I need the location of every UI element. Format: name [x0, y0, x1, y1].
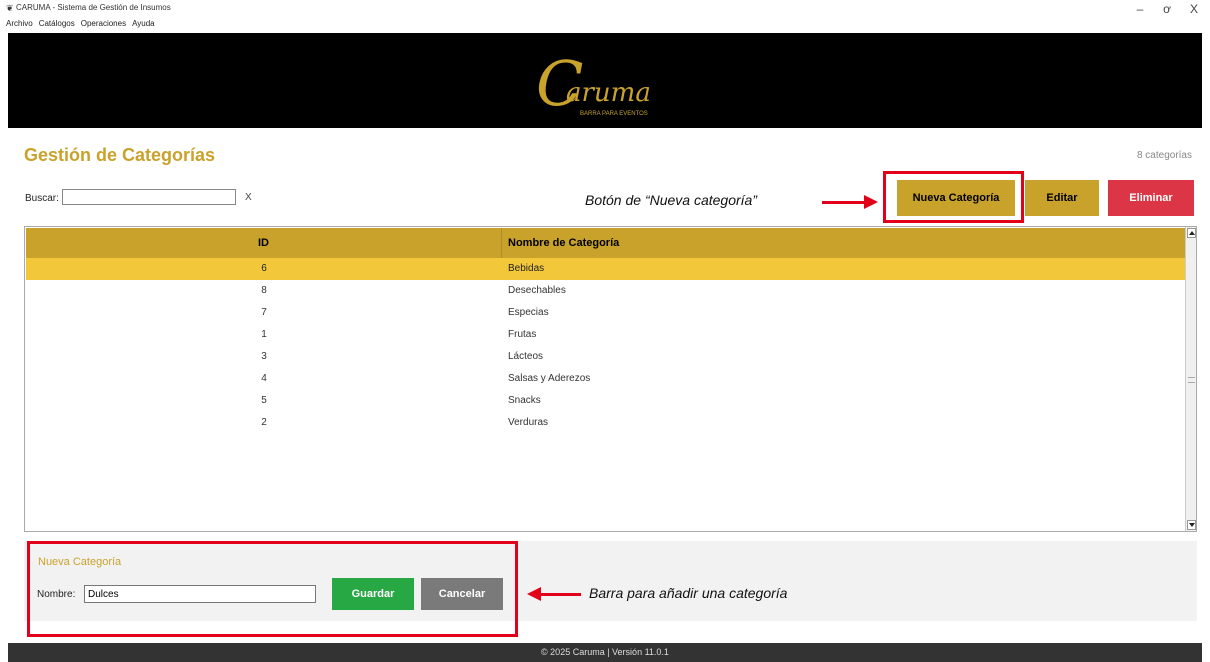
table-scrollbar[interactable]	[1185, 227, 1196, 531]
menu-archivo[interactable]: Archivo	[6, 19, 33, 33]
cell-name: Frutas	[508, 329, 537, 340]
edit-button[interactable]: Editar	[1025, 180, 1099, 216]
cell-id: 4	[261, 373, 267, 384]
table-row[interactable]: 6 Bebidas	[26, 258, 1186, 280]
app-icon: ❦	[6, 3, 14, 13]
annotation-arrow-right-head	[864, 195, 878, 209]
menu-bar: Archivo Catálogos Operaciones Ayuda	[0, 19, 155, 33]
title-bar: ❦ CARUMA - Sistema de Gestión de Insumos…	[0, 0, 1210, 20]
table-row[interactable]: 1 Frutas	[26, 324, 1186, 346]
column-header-name[interactable]: Nombre de Categoría	[502, 228, 1186, 258]
annotation-box-add-bar	[27, 541, 518, 637]
new-category-button[interactable]: Nueva Categoría	[897, 180, 1015, 216]
logo-text: aruma	[566, 78, 651, 108]
table-row[interactable]: 8 Desechables	[26, 280, 1186, 302]
minimize-button[interactable]: –	[1130, 2, 1150, 16]
cell-id: 6	[261, 263, 267, 274]
categories-table: ID Nombre de Categoría 6 Bebidas 8 Desec…	[24, 226, 1197, 532]
cell-name: Verduras	[508, 417, 549, 428]
cell-id: 1	[261, 329, 267, 340]
cell-id: 7	[261, 307, 267, 318]
search-label: Buscar:	[25, 193, 59, 204]
annotation-arrow-left	[539, 593, 581, 596]
logo-subtitle: BARRA PARA EVENTOS	[580, 111, 648, 117]
cell-id: 8	[261, 285, 267, 296]
table-row[interactable]: 3 Lácteos	[26, 346, 1186, 368]
table-row[interactable]: 2 Verduras	[26, 412, 1186, 434]
scroll-down-arrow-icon[interactable]	[1187, 520, 1196, 530]
table-row[interactable]: 5 Snacks	[26, 390, 1186, 412]
annotation-new-button: Botón de “Nueva categoría”	[585, 192, 757, 208]
close-button[interactable]: X	[1184, 2, 1204, 16]
table-header: ID Nombre de Categoría	[26, 228, 1186, 258]
column-header-id[interactable]: ID	[26, 228, 502, 258]
category-count: 8 categorías	[1136, 150, 1192, 161]
header-banner: C aruma BARRA PARA EVENTOS	[8, 33, 1202, 128]
cell-id: 5	[261, 395, 267, 406]
cell-name: Lácteos	[508, 351, 544, 362]
footer: © 2025 Caruma | Versión 11.0.1	[8, 643, 1202, 662]
menu-operaciones[interactable]: Operaciones	[81, 19, 126, 33]
table-body: 6 Bebidas 8 Desechables 7 Especias 1 Fru…	[26, 258, 1186, 434]
table-row[interactable]: 7 Especias	[26, 302, 1186, 324]
cell-name: Snacks	[508, 395, 541, 406]
cell-name: Desechables	[508, 285, 566, 296]
menu-ayuda[interactable]: Ayuda	[132, 19, 155, 33]
scroll-up-arrow-icon[interactable]	[1187, 228, 1196, 238]
cell-name: Especias	[508, 307, 549, 318]
cell-id: 2	[261, 417, 267, 428]
delete-button[interactable]: Eliminar	[1108, 180, 1194, 216]
annotation-arrow-right	[822, 201, 866, 204]
maximize-button[interactable]: ơ	[1157, 2, 1177, 16]
table-row[interactable]: 4 Salsas y Aderezos	[26, 368, 1186, 390]
window-title: CARUMA - Sistema de Gestión de Insumos	[16, 3, 171, 12]
scroll-thumb[interactable]	[1188, 377, 1195, 383]
cell-id: 3	[261, 351, 267, 362]
caruma-logo: C aruma BARRA PARA EVENTOS	[536, 47, 651, 120]
annotation-add-bar: Barra para añadir una categoría	[589, 585, 788, 601]
clear-search-button[interactable]: X	[245, 192, 252, 203]
cell-name: Salsas y Aderezos	[508, 373, 591, 384]
cell-name: Bebidas	[508, 263, 545, 274]
search-input[interactable]	[62, 189, 236, 205]
page-title: Gestión de Categorías	[24, 145, 216, 165]
menu-catalogos[interactable]: Catálogos	[39, 19, 75, 33]
